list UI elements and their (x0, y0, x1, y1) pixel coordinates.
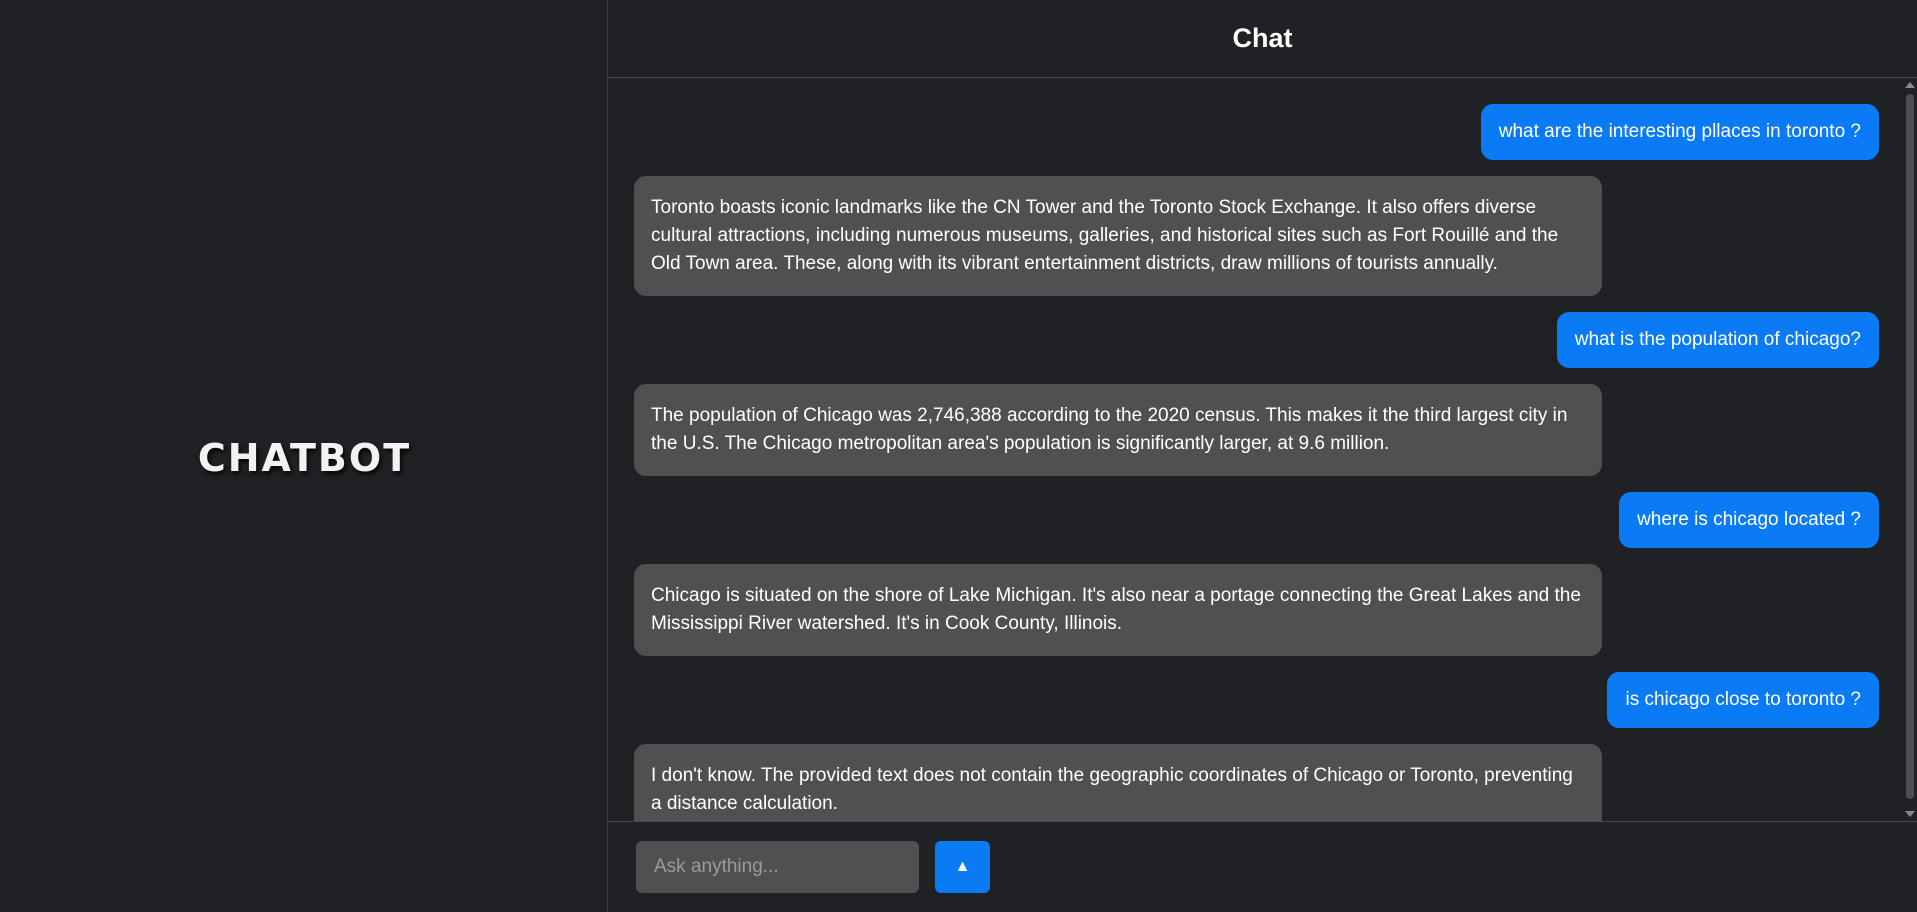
message-row-user: what is the population of chicago? (634, 312, 1879, 368)
message-row-bot: Toronto boasts iconic landmarks like the… (634, 176, 1879, 296)
message-composer: ▲ (608, 822, 1917, 912)
chat-panel: Chat what are the interesting pllaces in… (608, 0, 1917, 912)
scroll-down-arrow-icon[interactable] (1905, 811, 1915, 817)
send-button[interactable]: ▲ (935, 841, 990, 893)
bot-message-bubble: The population of Chicago was 2,746,388 … (634, 384, 1602, 476)
user-message-bubble: what is the population of chicago? (1556, 312, 1879, 368)
message-input[interactable] (636, 841, 919, 893)
message-row-bot: The population of Chicago was 2,746,388 … (634, 384, 1879, 476)
chat-header: Chat (608, 0, 1917, 78)
bot-message-bubble: I don't know. The provided text does not… (634, 744, 1602, 821)
chat-title: Chat (1232, 23, 1293, 53)
message-row-user: where is chicago located ? (634, 492, 1879, 548)
vertical-scrollbar[interactable] (1903, 78, 1917, 821)
message-row-bot: Chicago is situated on the shore of Lake… (634, 564, 1879, 656)
user-message-bubble: where is chicago located ? (1619, 492, 1879, 548)
message-row-user: what are the interesting pllaces in toro… (634, 104, 1879, 160)
user-message-bubble: is chicago close to toronto ? (1607, 672, 1879, 728)
brand-logo-text: CHATBOT (197, 436, 412, 480)
app-root: CHATBOT Chat what are the interesting pl… (0, 0, 1917, 912)
bot-message-bubble: Toronto boasts iconic landmarks like the… (634, 176, 1602, 296)
scroll-up-arrow-icon[interactable] (1905, 82, 1915, 88)
send-arrow-icon: ▲ (954, 858, 971, 875)
message-row-user: is chicago close to toronto ? (634, 672, 1879, 728)
message-row-bot: I don't know. The provided text does not… (634, 744, 1879, 821)
bot-message-bubble: Chicago is situated on the shore of Lake… (634, 564, 1602, 656)
message-list: what are the interesting pllaces in toro… (634, 104, 1879, 821)
sidebar: CHATBOT (0, 0, 608, 912)
user-message-bubble: what are the interesting pllaces in toro… (1480, 104, 1879, 160)
message-list-container[interactable]: what are the interesting pllaces in toro… (608, 78, 1917, 822)
scrollbar-thumb[interactable] (1906, 94, 1914, 799)
